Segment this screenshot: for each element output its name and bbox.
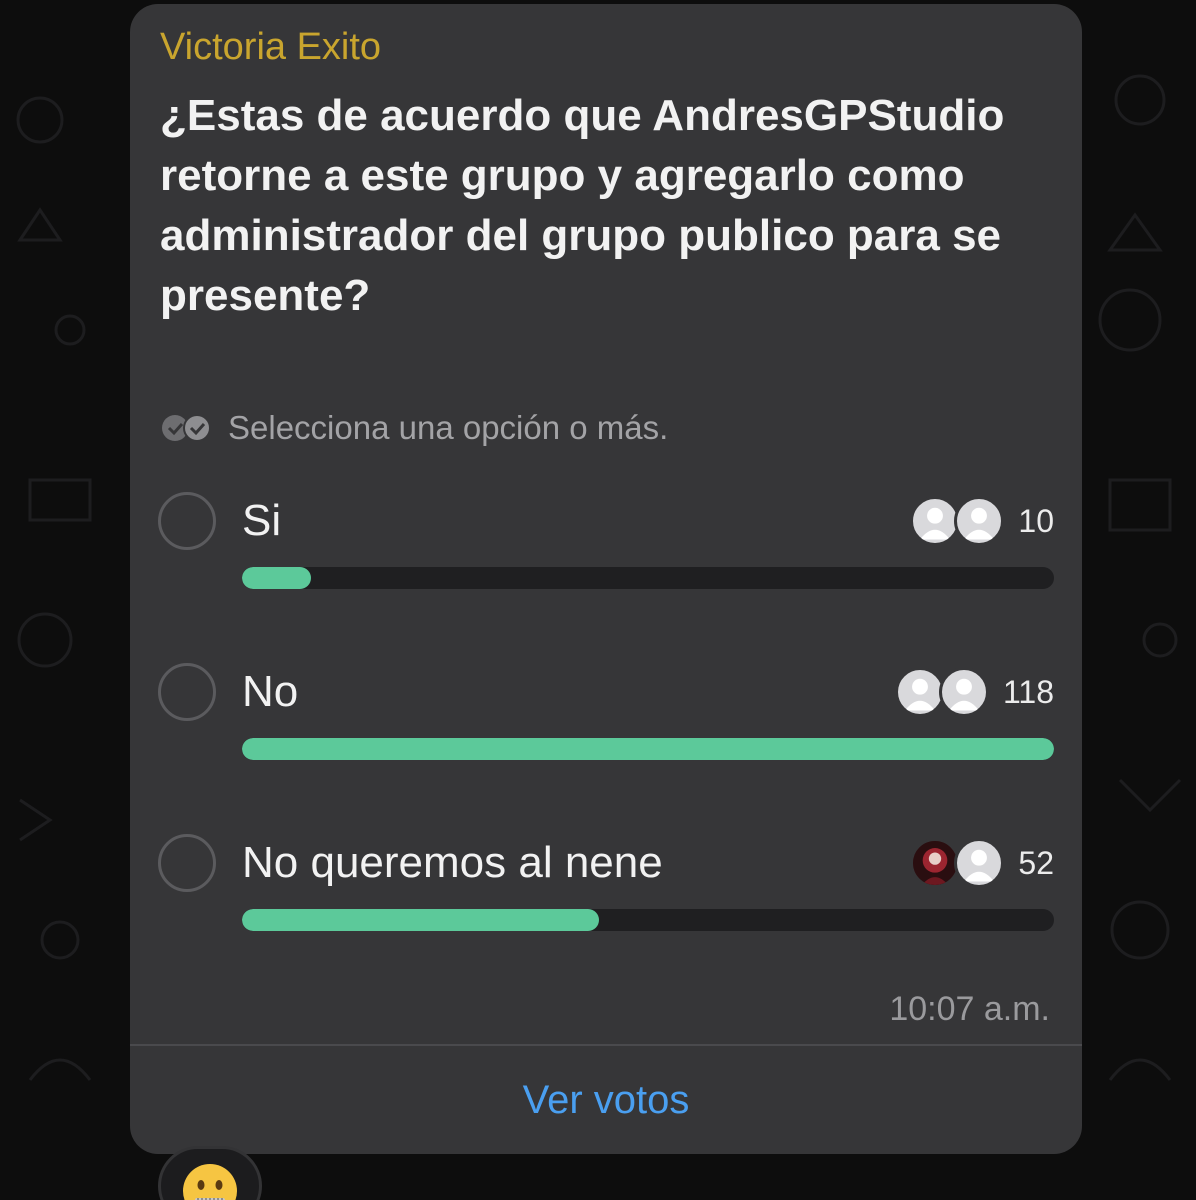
person-avatar-icon	[938, 667, 989, 717]
zipper-mouth-face-icon	[183, 1164, 237, 1200]
option-voters[interactable]: 118	[894, 665, 1054, 719]
option-label: No queremos al nene	[242, 838, 663, 887]
option-label: Si	[242, 496, 282, 545]
vote-count: 118	[1002, 673, 1054, 710]
poll-question: ¿Estas de acuerdo que AndresGPStudio ret…	[160, 91, 1005, 320]
poll-option[interactable]: No queremos al nene 52	[158, 834, 1054, 944]
vote-progress-fill	[242, 909, 600, 931]
option-radio[interactable]	[158, 492, 216, 550]
option-radio[interactable]	[158, 834, 216, 892]
option-voters[interactable]: 52	[910, 836, 1054, 890]
double-check-icon	[160, 413, 214, 443]
view-votes-button[interactable]: Ver votos	[130, 1046, 1082, 1154]
vote-count: 52	[1018, 844, 1054, 881]
person-avatar-icon	[894, 667, 945, 717]
vote-progress-bar	[242, 909, 1054, 931]
vote-count: 10	[1018, 502, 1054, 539]
option-radio[interactable]	[158, 663, 216, 721]
poll-message-bubble: Victoria Exito ¿Estas de acuerdo que And…	[130, 4, 1082, 1154]
poll-option[interactable]: No 118	[158, 663, 1054, 773]
message-timestamp: 10:07 a.m.	[889, 990, 1050, 1028]
option-label: No	[242, 667, 299, 716]
poll-hint-text: Selecciona una opción o más.	[228, 409, 669, 446]
person-avatar-icon	[910, 496, 961, 546]
vote-progress-bar	[242, 738, 1054, 760]
chat-background: Victoria Exito ¿Estas de acuerdo que And…	[0, 0, 1196, 1200]
vote-progress-fill	[242, 567, 312, 589]
vote-progress-bar	[242, 567, 1054, 589]
person-avatar-icon	[954, 838, 1005, 888]
person-avatar-icon	[954, 496, 1005, 546]
option-voters[interactable]: 10	[910, 494, 1054, 548]
poll-hint: Selecciona una opción o más.	[160, 408, 668, 448]
vote-progress-fill	[242, 738, 1054, 760]
user-photo-avatar	[910, 838, 961, 888]
sender-name[interactable]: Victoria Exito	[160, 26, 381, 69]
message-reaction[interactable]	[158, 1146, 262, 1200]
poll-option[interactable]: Si 10	[158, 492, 1054, 602]
